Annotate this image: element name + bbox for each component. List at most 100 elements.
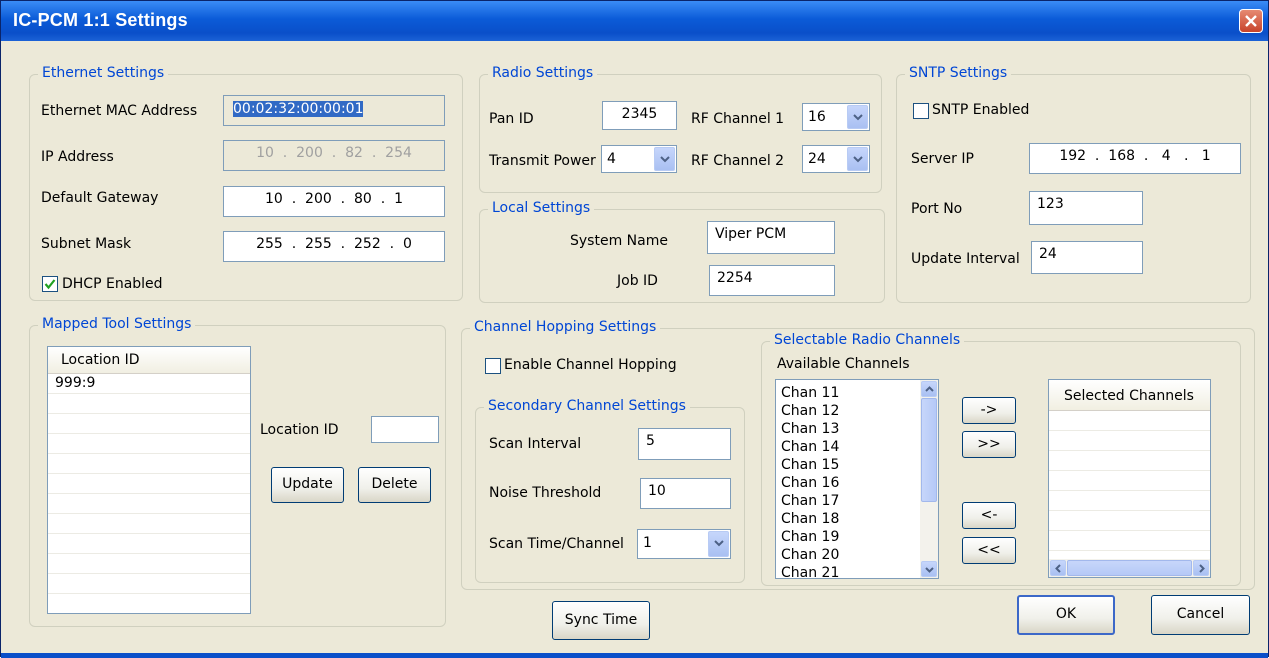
noise-threshold-label: Noise Threshold bbox=[489, 485, 602, 501]
location-id-list[interactable]: Location ID 999:9 bbox=[47, 346, 251, 614]
scan-time-channel-select[interactable]: 1 bbox=[637, 529, 731, 559]
list-item-label: 999:9 bbox=[55, 375, 96, 391]
update-interval-field[interactable]: 24 bbox=[1031, 241, 1143, 274]
scroll-left-icon[interactable] bbox=[1050, 560, 1066, 576]
list-item bbox=[48, 574, 250, 594]
chevron-down-icon[interactable] bbox=[708, 531, 729, 557]
ok-label: OK bbox=[1055, 606, 1077, 622]
subnet-mask-label: Subnet Mask bbox=[41, 236, 132, 252]
chevron-down-icon[interactable] bbox=[847, 105, 868, 129]
list-item[interactable]: 999:9 bbox=[48, 374, 250, 394]
list-item[interactable]: Chan 17 bbox=[781, 492, 839, 510]
list-item bbox=[48, 514, 250, 534]
subnet-mask-value: 255 . 255 . 252 . 0 bbox=[256, 236, 412, 252]
add-channel-button[interactable]: -> bbox=[962, 397, 1016, 424]
list-item bbox=[1049, 471, 1210, 491]
selected-channels-hscrollbar[interactable] bbox=[1049, 559, 1210, 577]
list-item[interactable]: Chan 13 bbox=[781, 420, 839, 438]
remove-all-channels-label: << bbox=[977, 542, 1001, 558]
radio-settings-legend: Radio Settings bbox=[488, 65, 598, 81]
list-item[interactable]: Chan 12 bbox=[781, 402, 839, 420]
chevron-down-icon[interactable] bbox=[654, 147, 675, 171]
available-channels-scrollbar[interactable] bbox=[920, 380, 938, 578]
list-item bbox=[48, 414, 250, 434]
noise-threshold-field[interactable]: 10 bbox=[640, 478, 731, 509]
rf-channel-1-select[interactable]: 16 bbox=[802, 103, 870, 131]
ip-address-field[interactable]: 10 . 200 . 82 . 254 bbox=[223, 140, 445, 171]
scan-interval-field[interactable]: 5 bbox=[638, 428, 731, 460]
default-gateway-label: Default Gateway bbox=[41, 190, 159, 206]
port-no-field[interactable]: 123 bbox=[1029, 191, 1143, 225]
rf-channel-1-label: RF Channel 1 bbox=[691, 111, 785, 127]
scroll-down-icon[interactable] bbox=[921, 561, 937, 577]
delete-button[interactable]: Delete bbox=[358, 467, 431, 503]
list-item[interactable]: Chan 14 bbox=[781, 438, 839, 456]
server-ip-field[interactable]: 192 . 168 . 4 . 1 bbox=[1029, 143, 1241, 174]
list-item bbox=[1049, 411, 1210, 431]
scroll-right-icon[interactable] bbox=[1193, 560, 1209, 576]
port-no-value: 123 bbox=[1037, 196, 1064, 212]
settings-dialog: IC-PCM 1:1 Settings Ethernet Settings Et… bbox=[0, 0, 1269, 658]
cancel-button[interactable]: Cancel bbox=[1151, 595, 1250, 635]
list-item[interactable]: Chan 21 bbox=[781, 564, 839, 578]
list-item[interactable]: Chan 16 bbox=[781, 474, 839, 492]
location-id-column-header[interactable]: Location ID bbox=[48, 347, 250, 374]
scrollbar-thumb[interactable] bbox=[921, 398, 937, 502]
mac-address-field[interactable]: 00:02:32:00:00:01 bbox=[223, 95, 445, 126]
rf-channel-2-select[interactable]: 24 bbox=[802, 145, 870, 173]
transmit-power-value: 4 bbox=[607, 151, 616, 167]
window-title: IC-PCM 1:1 Settings bbox=[13, 10, 188, 30]
available-channels-list[interactable]: Chan 11 Chan 12 Chan 13 Chan 14 Chan 15 … bbox=[775, 379, 939, 579]
ok-button[interactable]: OK bbox=[1017, 595, 1115, 635]
subnet-mask-field[interactable]: 255 . 255 . 252 . 0 bbox=[223, 231, 445, 262]
pan-id-field[interactable]: 2345 bbox=[602, 101, 677, 130]
list-item[interactable]: Chan 11 bbox=[781, 384, 839, 402]
ip-address-value: 10 . 200 . 82 . 254 bbox=[256, 145, 412, 161]
noise-threshold-value: 10 bbox=[648, 483, 666, 499]
dhcp-label: DHCP Enabled bbox=[62, 276, 163, 292]
close-button[interactable] bbox=[1239, 9, 1263, 33]
update-button[interactable]: Update bbox=[271, 467, 344, 503]
selected-channels-list[interactable]: Selected Channels bbox=[1048, 379, 1211, 578]
selected-channels-header-label: Selected Channels bbox=[1064, 388, 1194, 404]
system-name-field[interactable]: Viper PCM bbox=[707, 221, 835, 254]
list-item[interactable]: Chan 19 bbox=[781, 528, 839, 546]
server-ip-value: 192 . 168 . 4 . 1 bbox=[1059, 148, 1211, 164]
location-id-field[interactable] bbox=[371, 416, 439, 443]
remove-channel-button[interactable]: <- bbox=[962, 502, 1016, 529]
selected-channels-column-header[interactable]: Selected Channels bbox=[1049, 380, 1210, 411]
remove-all-channels-button[interactable]: << bbox=[962, 537, 1016, 564]
sntp-enabled-label: SNTP Enabled bbox=[932, 102, 1030, 118]
job-id-field[interactable]: 2254 bbox=[709, 265, 835, 296]
remove-channel-label: <- bbox=[980, 507, 998, 523]
update-interval-value: 24 bbox=[1039, 246, 1057, 262]
scroll-up-icon[interactable] bbox=[921, 381, 937, 397]
scan-interval-label: Scan Interval bbox=[489, 436, 582, 452]
scrollbar-thumb[interactable] bbox=[1067, 560, 1192, 576]
list-item[interactable]: Chan 20 bbox=[781, 546, 839, 564]
transmit-power-select[interactable]: 4 bbox=[601, 145, 677, 173]
enable-channel-hopping-checkbox[interactable] bbox=[485, 358, 501, 374]
list-item bbox=[48, 474, 250, 494]
default-gateway-field[interactable]: 10 . 200 . 80 . 1 bbox=[223, 186, 445, 217]
list-item[interactable]: Chan 15 bbox=[781, 456, 839, 474]
system-name-label: System Name bbox=[570, 233, 668, 249]
add-all-channels-button[interactable]: >> bbox=[962, 431, 1016, 458]
title-bar[interactable]: IC-PCM 1:1 Settings bbox=[1, 1, 1268, 41]
ethernet-settings-legend: Ethernet Settings bbox=[38, 65, 169, 81]
transmit-power-label: Transmit Power bbox=[489, 153, 596, 169]
list-item[interactable]: Chan 18 bbox=[781, 510, 839, 528]
sync-time-button[interactable]: Sync Time bbox=[552, 601, 650, 640]
chevron-down-icon[interactable] bbox=[847, 147, 868, 171]
list-item bbox=[48, 494, 250, 514]
mapped-tool-settings-legend: Mapped Tool Settings bbox=[38, 316, 196, 332]
sync-time-label: Sync Time bbox=[564, 612, 638, 628]
list-item bbox=[48, 394, 250, 414]
delete-button-label: Delete bbox=[371, 476, 418, 492]
location-id-header-label: Location ID bbox=[61, 352, 140, 368]
system-name-value: Viper PCM bbox=[715, 226, 787, 242]
sntp-enabled-checkbox[interactable] bbox=[913, 103, 929, 119]
dhcp-checkbox[interactable] bbox=[42, 276, 58, 292]
list-item bbox=[1049, 531, 1210, 551]
cancel-label: Cancel bbox=[1176, 606, 1225, 622]
